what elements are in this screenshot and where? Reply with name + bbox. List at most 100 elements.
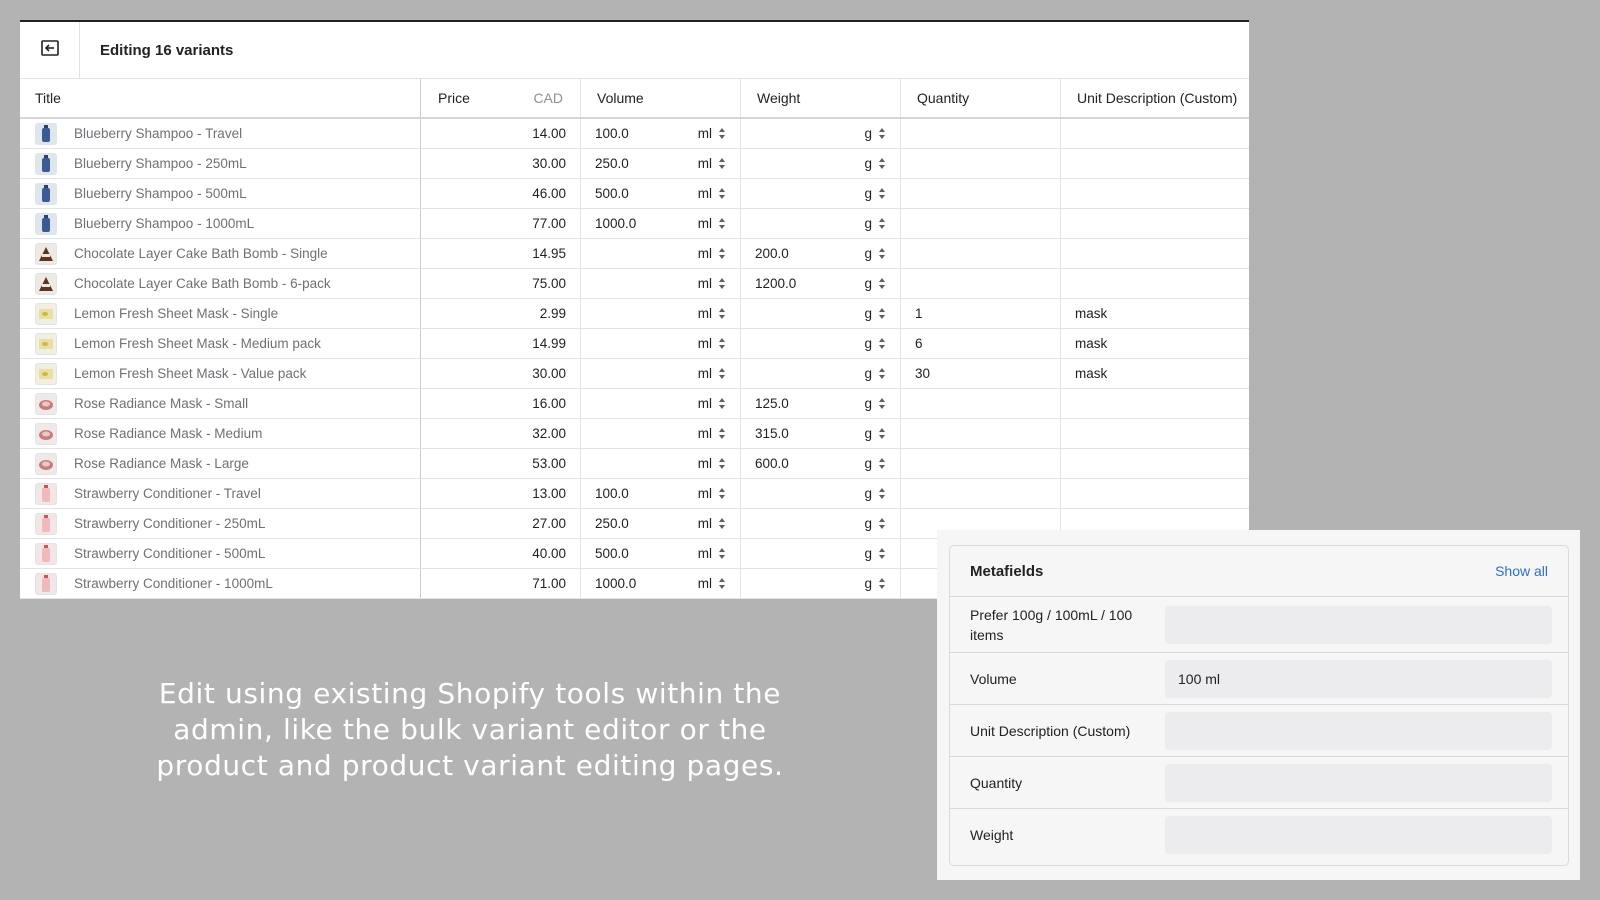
weight-input[interactable]: g <box>741 479 901 508</box>
variant-title-cell[interactable]: Blueberry Shampoo - 250mL <box>20 149 421 178</box>
price-input[interactable]: 13.00 <box>421 479 581 508</box>
volume-input[interactable]: 500.0 ml <box>581 179 741 208</box>
weight-unit-select[interactable]: g <box>864 426 886 441</box>
weight-input[interactable]: g <box>741 509 901 538</box>
volume-input[interactable]: ml <box>581 419 741 448</box>
volume-input[interactable]: 250.0 ml <box>581 509 741 538</box>
weight-input[interactable]: g <box>741 149 901 178</box>
variant-title-cell[interactable]: Chocolate Layer Cake Bath Bomb - 6-pack <box>20 269 421 298</box>
unit-description-input[interactable]: mask <box>1061 299 1249 328</box>
volume-input[interactable]: 100.0 ml <box>581 479 741 508</box>
volume-unit-select[interactable]: ml <box>698 246 726 261</box>
weight-input[interactable]: g <box>741 329 901 358</box>
weight-unit-select[interactable]: g <box>864 576 886 591</box>
unit-description-input[interactable] <box>1061 449 1249 478</box>
metafield-input[interactable] <box>1165 816 1552 854</box>
weight-input[interactable]: 125.0 g <box>741 389 901 418</box>
weight-unit-select[interactable]: g <box>864 246 886 261</box>
quantity-input[interactable] <box>901 479 1061 508</box>
show-all-link[interactable]: Show all <box>1495 563 1548 579</box>
column-header-quantity[interactable]: Quantity <box>901 79 1061 117</box>
volume-unit-select[interactable]: ml <box>698 396 726 411</box>
quantity-input[interactable] <box>901 119 1061 148</box>
quantity-input[interactable] <box>901 449 1061 478</box>
volume-input[interactable]: ml <box>581 239 741 268</box>
price-input[interactable]: 30.00 <box>421 149 581 178</box>
weight-unit-select[interactable]: g <box>864 486 886 501</box>
volume-unit-select[interactable]: ml <box>698 276 726 291</box>
variant-title-cell[interactable]: Strawberry Conditioner - 500mL <box>20 539 421 568</box>
volume-unit-select[interactable]: ml <box>698 336 726 351</box>
variant-title-cell[interactable]: Blueberry Shampoo - 1000mL <box>20 209 421 238</box>
weight-unit-select[interactable]: g <box>864 156 886 171</box>
volume-input[interactable]: ml <box>581 389 741 418</box>
quantity-input[interactable]: 30 <box>901 359 1061 388</box>
quantity-input[interactable]: 6 <box>901 329 1061 358</box>
column-header-price[interactable]: Price CAD <box>421 79 581 117</box>
unit-description-input[interactable] <box>1061 389 1249 418</box>
price-input[interactable]: 71.00 <box>421 569 581 598</box>
price-input[interactable]: 46.00 <box>421 179 581 208</box>
weight-input[interactable]: 200.0 g <box>741 239 901 268</box>
volume-input[interactable]: 500.0 ml <box>581 539 741 568</box>
weight-unit-select[interactable]: g <box>864 366 886 381</box>
volume-unit-select[interactable]: ml <box>698 426 726 441</box>
volume-unit-select[interactable]: ml <box>698 216 726 231</box>
volume-unit-select[interactable]: ml <box>698 576 726 591</box>
price-input[interactable]: 2.99 <box>421 299 581 328</box>
volume-input[interactable]: 1000.0 ml <box>581 569 741 598</box>
price-input[interactable]: 30.00 <box>421 359 581 388</box>
price-input[interactable]: 16.00 <box>421 389 581 418</box>
variant-title-cell[interactable]: Rose Radiance Mask - Medium <box>20 419 421 448</box>
unit-description-input[interactable]: mask <box>1061 359 1249 388</box>
variant-title-cell[interactable]: Blueberry Shampoo - 500mL <box>20 179 421 208</box>
weight-input[interactable]: g <box>741 299 901 328</box>
quantity-input[interactable] <box>901 269 1061 298</box>
unit-description-input[interactable] <box>1061 239 1249 268</box>
volume-input[interactable]: ml <box>581 299 741 328</box>
variant-title-cell[interactable]: Lemon Fresh Sheet Mask - Medium pack <box>20 329 421 358</box>
unit-description-input[interactable] <box>1061 269 1249 298</box>
price-input[interactable]: 14.99 <box>421 329 581 358</box>
weight-unit-select[interactable]: g <box>864 126 886 141</box>
unit-description-input[interactable] <box>1061 419 1249 448</box>
metafield-input[interactable] <box>1165 763 1552 802</box>
price-input[interactable]: 27.00 <box>421 509 581 538</box>
unit-description-input[interactable] <box>1061 119 1249 148</box>
weight-input[interactable]: g <box>741 569 901 598</box>
volume-unit-select[interactable]: ml <box>698 546 726 561</box>
weight-unit-select[interactable]: g <box>864 546 886 561</box>
quantity-input[interactable] <box>901 389 1061 418</box>
weight-input[interactable]: 315.0 g <box>741 419 901 448</box>
variant-title-cell[interactable]: Rose Radiance Mask - Large <box>20 449 421 478</box>
volume-unit-select[interactable]: ml <box>698 186 726 201</box>
unit-description-input[interactable] <box>1061 179 1249 208</box>
metafield-input[interactable] <box>1165 605 1552 644</box>
variant-title-cell[interactable]: Strawberry Conditioner - Travel <box>20 479 421 508</box>
weight-unit-select[interactable]: g <box>864 276 886 291</box>
exit-editor-button[interactable] <box>20 22 80 79</box>
metafield-input[interactable] <box>1165 711 1552 750</box>
unit-description-input[interactable]: mask <box>1061 329 1249 358</box>
unit-description-input[interactable] <box>1061 479 1249 508</box>
volume-input[interactable]: ml <box>581 269 741 298</box>
weight-unit-select[interactable]: g <box>864 456 886 471</box>
variant-title-cell[interactable]: Strawberry Conditioner - 250mL <box>20 509 421 538</box>
weight-unit-select[interactable]: g <box>864 306 886 321</box>
weight-input[interactable]: g <box>741 359 901 388</box>
price-input[interactable]: 53.00 <box>421 449 581 478</box>
price-input[interactable]: 14.95 <box>421 239 581 268</box>
volume-unit-select[interactable]: ml <box>698 516 726 531</box>
quantity-input[interactable] <box>901 209 1061 238</box>
volume-unit-select[interactable]: ml <box>698 156 726 171</box>
weight-input[interactable]: g <box>741 539 901 568</box>
variant-title-cell[interactable]: Lemon Fresh Sheet Mask - Single <box>20 299 421 328</box>
weight-input[interactable]: g <box>741 119 901 148</box>
quantity-input[interactable] <box>901 419 1061 448</box>
weight-input[interactable]: g <box>741 209 901 238</box>
unit-description-input[interactable] <box>1061 149 1249 178</box>
unit-description-input[interactable] <box>1061 209 1249 238</box>
quantity-input[interactable] <box>901 149 1061 178</box>
weight-unit-select[interactable]: g <box>864 336 886 351</box>
quantity-input[interactable] <box>901 239 1061 268</box>
